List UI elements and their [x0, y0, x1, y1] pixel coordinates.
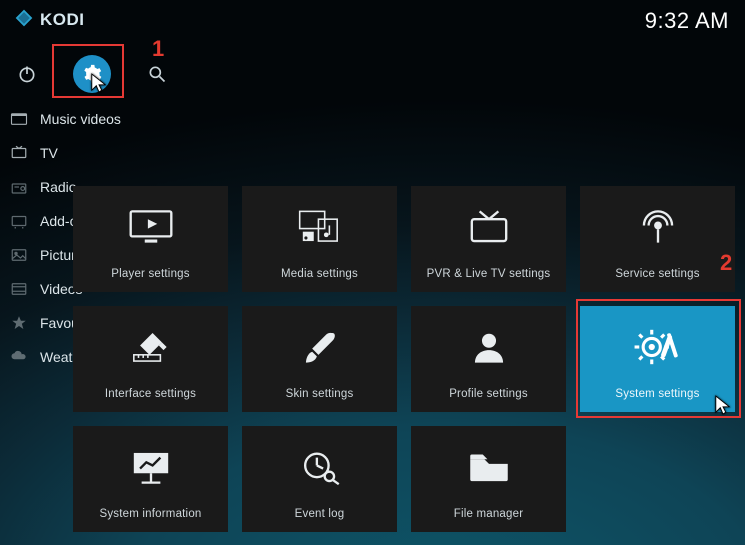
tile-pvr-settings[interactable]: PVR & Live TV settings: [411, 186, 566, 292]
app-name: KODI: [40, 10, 85, 30]
tile-label: Media settings: [281, 268, 358, 280]
media-library-icon: [295, 186, 345, 268]
top-bar: KODI 9:32 AM: [0, 0, 745, 40]
sidebar-item-favourites[interactable]: Favourites: [0, 306, 62, 340]
tile-label: Interface settings: [105, 388, 196, 400]
tile-service-settings[interactable]: Service settings: [580, 186, 735, 292]
annotation-box-2: [576, 299, 741, 418]
search-icon[interactable]: [145, 62, 169, 86]
tile-interface-settings[interactable]: Interface settings: [73, 306, 228, 412]
tile-label: Service settings: [615, 268, 699, 280]
tile-label: Skin settings: [286, 388, 354, 400]
user-profile-icon: [464, 306, 514, 388]
tile-event-log[interactable]: Event log: [242, 426, 397, 532]
app-logo: KODI: [14, 8, 85, 33]
tile-skin-settings[interactable]: Skin settings: [242, 306, 397, 412]
tile-label: Event log: [295, 508, 345, 520]
clock-search-icon: [295, 426, 345, 508]
broadcast-icon: [633, 186, 683, 268]
annotation-step-1: 1: [152, 36, 164, 62]
sidebar-item-weather[interactable]: Weather: [0, 340, 62, 374]
pencil-ruler-icon: [126, 306, 176, 388]
tile-label: File manager: [454, 508, 524, 520]
sidebar-item-tv[interactable]: TV: [0, 136, 62, 170]
folder-icon: [464, 426, 514, 508]
power-icon[interactable]: [15, 62, 39, 86]
sidebar-item-label: Radio: [40, 179, 77, 195]
tile-label: Profile settings: [449, 388, 528, 400]
tile-label: PVR & Live TV settings: [427, 268, 551, 280]
sidebar-item-addons[interactable]: Add-ons: [0, 204, 62, 238]
annotation-box-1: [52, 44, 124, 98]
clock: 9:32 AM: [645, 8, 729, 34]
tile-player-settings[interactable]: Player settings: [73, 186, 228, 292]
annotation-step-2: 2: [720, 250, 732, 276]
sidebar-item-label: Music videos: [40, 111, 121, 127]
sidebar-item-label: TV: [40, 145, 58, 161]
tile-label: Player settings: [111, 268, 189, 280]
tile-system-information[interactable]: System information: [73, 426, 228, 532]
sidebar-item-videos[interactable]: Videos: [0, 272, 62, 306]
sidebar-item-pictures[interactable]: Pictures: [0, 238, 62, 272]
tv-antenna-icon: [464, 186, 514, 268]
tile-media-settings[interactable]: Media settings: [242, 186, 397, 292]
tile-file-manager[interactable]: File manager: [411, 426, 566, 532]
tile-profile-settings[interactable]: Profile settings: [411, 306, 566, 412]
paintbrush-icon: [295, 306, 345, 388]
sidebar-item-radio[interactable]: Radio: [0, 170, 62, 204]
sidebar: Music videos TV Radio Add-ons Pictures V…: [0, 102, 62, 374]
monitor-play-icon: [126, 186, 176, 268]
kodi-logo-icon: [14, 8, 34, 33]
presentation-icon: [126, 426, 176, 508]
tile-label: System information: [99, 508, 201, 520]
sidebar-item-music-videos[interactable]: Music videos: [0, 102, 62, 136]
